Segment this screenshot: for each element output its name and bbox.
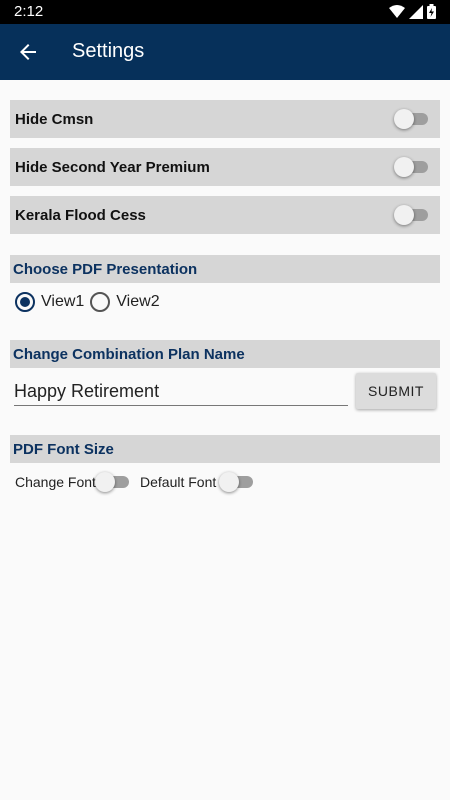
page-title: Settings	[72, 40, 145, 62]
change-font-switch[interactable]	[95, 471, 131, 493]
switch-thumb	[394, 109, 414, 129]
battery-icon	[427, 4, 436, 19]
default-font-switch[interactable]	[219, 471, 255, 493]
toggle-row-hide-cmsn: Hide Cmsn	[10, 100, 440, 138]
kerala-flood-cess-switch[interactable]	[394, 204, 430, 226]
submit-button[interactable]: SUBMIT	[356, 373, 436, 409]
pdf-font-size-header: PDF Font Size	[10, 435, 440, 463]
app-bar: Settings	[0, 24, 450, 80]
view2-label: View2	[116, 293, 160, 310]
status-icons	[389, 4, 436, 19]
toggle-row-kerala-flood-cess: Kerala Flood Cess	[10, 196, 440, 234]
pdf-font-size-title: PDF Font Size	[13, 441, 114, 458]
switch-thumb	[394, 157, 414, 177]
view2-radio[interactable]: View2	[90, 292, 160, 312]
radio-unchecked-icon	[90, 292, 111, 312]
combination-plan-header: Change Combination Plan Name	[10, 340, 440, 368]
status-bar: 2:12	[0, 0, 450, 24]
view1-label: View1	[41, 293, 85, 310]
toggle-label-hide-second-year-premium: Hide Second Year Premium	[15, 159, 210, 176]
switch-thumb	[394, 205, 414, 225]
hide-second-year-premium-switch[interactable]	[394, 156, 430, 178]
change-font-label: Change Font	[15, 474, 96, 490]
toggle-label-hide-cmsn: Hide Cmsn	[15, 111, 94, 128]
back-arrow-icon[interactable]	[16, 40, 40, 64]
plan-name-input[interactable]	[14, 378, 348, 406]
view1-radio[interactable]: View1	[15, 292, 84, 312]
pdf-presentation-title: Choose PDF Presentation	[13, 261, 198, 278]
switch-thumb	[95, 472, 115, 492]
status-time: 2:12	[14, 3, 44, 20]
radio-checked-icon	[15, 292, 35, 312]
toggle-row-hide-second-year-premium: Hide Second Year Premium	[10, 148, 440, 186]
pdf-presentation-header: Choose PDF Presentation	[10, 255, 440, 283]
hide-cmsn-switch[interactable]	[394, 108, 430, 130]
default-font-label: Default Font	[140, 474, 217, 490]
pdf-presentation-radio-group: View1 View2	[15, 292, 166, 312]
wifi-icon	[389, 4, 405, 18]
switch-thumb	[219, 472, 239, 492]
toggle-label-kerala-flood-cess: Kerala Flood Cess	[15, 207, 146, 224]
combination-plan-title: Change Combination Plan Name	[13, 346, 245, 363]
signal-icon	[409, 4, 423, 19]
